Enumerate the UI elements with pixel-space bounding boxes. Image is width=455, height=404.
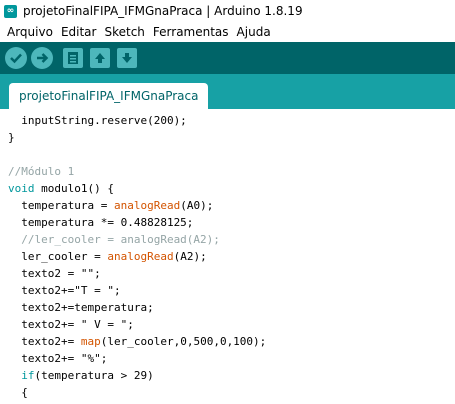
code-line: texto2+= " V = "; [8, 316, 134, 333]
code-token: { [8, 386, 28, 399]
code-line: if(temperatura > 29) [8, 367, 154, 384]
code-token: modulo1() { [34, 182, 114, 195]
code-line: //Módulo 1 [8, 163, 74, 180]
menu-editar[interactable]: Editar [57, 25, 101, 39]
menu-sketch[interactable]: Sketch [100, 25, 148, 39]
verify-icon [10, 53, 22, 64]
code-line: texto2+= map(ler_cooler,0,500,0,100); [8, 333, 266, 350]
new-button[interactable] [63, 48, 83, 68]
code-token: texto2+= " V = "; [8, 318, 134, 331]
code-token: if [21, 369, 35, 382]
tab-strip: projetoFinalFIPA_IFMGnaPraca [0, 74, 455, 110]
toolbar [0, 42, 455, 74]
open-icon [95, 53, 105, 63]
save-button[interactable] [117, 48, 137, 68]
menu-bar: Arquivo Editar Sketch Ferramentas Ajuda [0, 22, 455, 42]
upload-button[interactable] [31, 47, 53, 69]
code-token: temperatura = [8, 199, 114, 212]
code-token: void [8, 182, 35, 195]
code-line: texto2+="T = "; [8, 282, 121, 299]
code-token: texto2+= [8, 335, 81, 348]
code-token: //ler_cooler = analogRead(A2); [8, 233, 220, 246]
code-line: void modulo1() { [8, 180, 114, 197]
code-token: texto2+=temperatura; [8, 301, 154, 314]
arduino-logo-icon: ∞ [4, 4, 17, 18]
save-icon [122, 53, 132, 63]
code-token: temperatura *= 0.48828125; [8, 216, 194, 229]
code-line: temperatura *= 0.48828125; [8, 214, 193, 231]
menu-ferramentas[interactable]: Ferramentas [149, 25, 233, 39]
menu-ajuda[interactable]: Ajuda [233, 25, 275, 39]
title-bar: ∞ projetoFinalFIPA_IFMGnaPraca | Arduino… [0, 0, 455, 22]
code-token: inputString.reserve(200); [8, 114, 187, 127]
code-token: ler_cooler = [8, 250, 108, 263]
window-title: projetoFinalFIPA_IFMGnaPraca | Arduino 1… [23, 4, 303, 18]
code-line: texto2+= "%"; [8, 350, 107, 367]
code-token: analogRead [113, 199, 181, 212]
code-line: } [8, 129, 15, 146]
new-icon [68, 52, 78, 64]
code-token: texto2+= "%"; [8, 352, 108, 365]
tab-sketch[interactable]: projetoFinalFIPA_IFMGnaPraca [9, 83, 209, 110]
code-token: texto2 = ""; [8, 267, 101, 280]
code-editor[interactable]: inputString.reserve(200);} //Módulo 1 void… [0, 110, 455, 404]
code-token: (A2); [173, 250, 207, 263]
code-token: analogRead [107, 250, 174, 263]
code-token: map [80, 335, 101, 348]
code-line: //ler_cooler = analogRead(A2); [8, 231, 220, 248]
code-line: temperatura = analogRead(A0); [8, 197, 213, 214]
code-line: ler_cooler = analogRead(A2); [8, 248, 207, 265]
code-token: (A0); [180, 199, 214, 212]
code-line: { [8, 384, 28, 401]
menu-arquivo[interactable]: Arquivo [3, 25, 57, 39]
code-line: texto2+=temperatura; [8, 299, 154, 316]
code-token: //Módulo 1 [8, 165, 75, 178]
code-token: } [8, 131, 15, 144]
code-line: texto2 = ""; [8, 265, 101, 282]
open-button[interactable] [90, 48, 110, 68]
verify-button[interactable] [5, 47, 27, 69]
code-token: texto2+="T = "; [8, 284, 121, 297]
code-token: (temperatura > 29) [34, 369, 154, 382]
upload-icon [37, 53, 49, 63]
code-line: inputString.reserve(200); [8, 112, 187, 129]
code-token: (ler_cooler,0,500,0,100); [100, 335, 267, 348]
